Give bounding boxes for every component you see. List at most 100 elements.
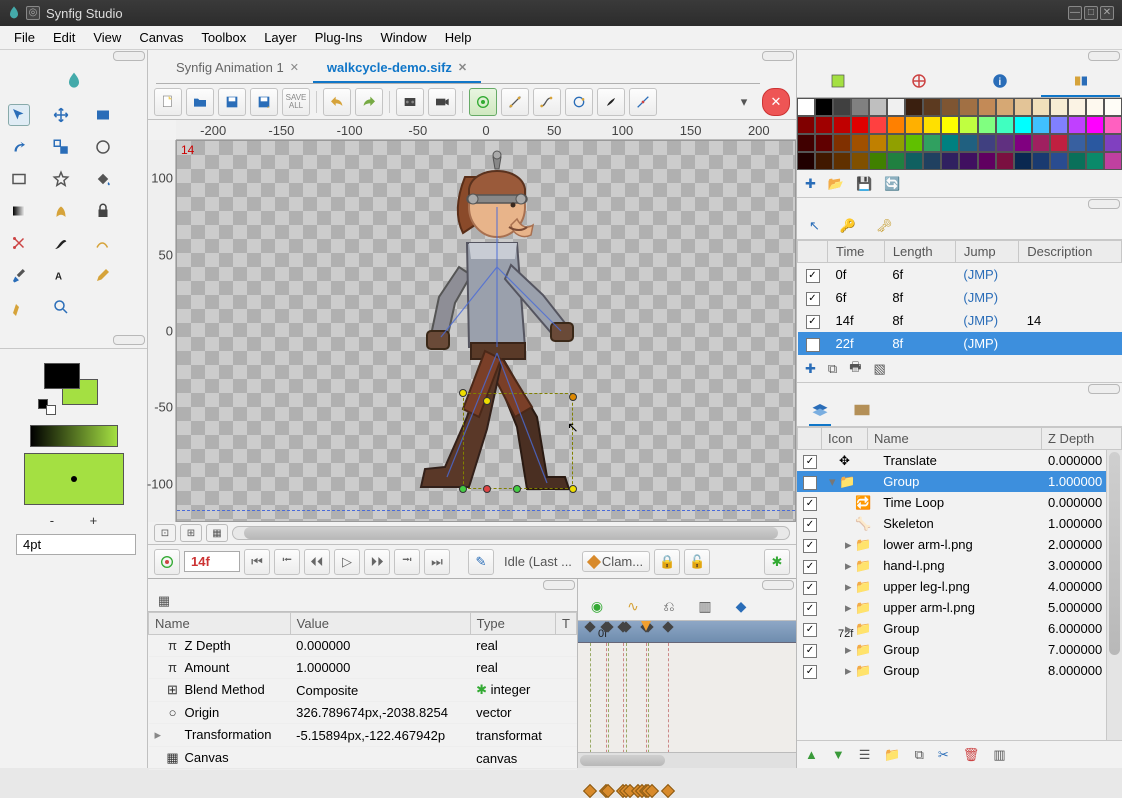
layer-visible-checkbox[interactable] [803,602,817,616]
palette-color[interactable] [978,152,996,170]
menu-edit[interactable]: Edit [45,28,83,47]
layer-row[interactable]: ▸📁upper arm-l.png5.000000 [797,597,1122,618]
palette-color[interactable] [869,152,887,170]
palette-color[interactable] [1032,152,1050,170]
close-document-button[interactable]: ✕ [762,88,790,116]
layer-visible-checkbox[interactable] [803,623,817,637]
redo-button[interactable] [355,88,383,116]
future-keyframes-button[interactable]: 🔓 [684,549,710,575]
palette-color[interactable] [1014,98,1032,116]
kf-dup[interactable]: ⧉ [828,361,837,377]
circle-tool[interactable] [92,136,114,158]
palette-color[interactable] [941,98,959,116]
menu-help[interactable]: Help [437,28,480,47]
transform-tool[interactable] [8,104,30,126]
lock-keyframes-button[interactable]: 🔒 [654,549,680,575]
palette-color[interactable] [959,134,977,152]
palette-color[interactable] [833,98,851,116]
palette-color[interactable] [905,134,923,152]
kf-props[interactable]: ▧ [873,361,885,377]
render-button[interactable] [396,88,424,116]
palette-color[interactable] [905,98,923,116]
layer-new[interactable]: ☰ [859,747,871,763]
layers-col-name[interactable]: Name [868,428,1042,450]
save-all-button[interactable]: SAVEALL [282,88,310,116]
palette-color[interactable] [851,98,869,116]
param-row[interactable]: ▦Canvascanvas [149,747,577,770]
palette-color[interactable] [1086,134,1104,152]
keyframe-row[interactable]: 6f8f(JMP) [798,286,1122,309]
palette-color[interactable] [1086,152,1104,170]
brush-size-field[interactable]: 4pt [16,534,136,555]
kf-add[interactable]: ✚ [805,361,816,377]
keyframe-row[interactable]: 22f8f(JMP) [798,332,1122,355]
brush-dec[interactable]: - [50,513,54,528]
smooth-move-tool[interactable] [8,136,30,158]
layer-visible-checkbox[interactable] [803,518,817,532]
next-frame-button[interactable]: ⏵⏵ [364,549,390,575]
palette-color[interactable] [1104,98,1122,116]
palette-color[interactable] [905,152,923,170]
params-dock-handle[interactable] [148,579,577,591]
snap-line-button[interactable] [501,88,529,116]
scale-tool[interactable] [50,136,72,158]
swap-dot-2[interactable] [46,405,56,415]
keyframe-enable-checkbox[interactable] [806,269,820,283]
toolbox-tab-icon[interactable] [50,64,98,98]
keyframe-row[interactable]: 0f6f(JMP) [798,263,1122,287]
timeline-dock-handle[interactable] [578,579,796,593]
palette-color[interactable] [815,134,833,152]
palette-color[interactable] [1014,134,1032,152]
palette-color[interactable] [887,98,905,116]
window-pin-icon[interactable]: ◎ [26,6,40,20]
palette-color[interactable] [797,134,815,152]
palette-color[interactable] [1086,98,1104,116]
palette-tab-icon[interactable]: ◆ [730,596,752,618]
layer-visible-checkbox[interactable] [803,665,817,679]
layer-row[interactable]: ▸📁upper leg-l.png4.000000 [797,576,1122,597]
kf-key-icon-2[interactable]: 🗝 [876,218,893,234]
palette-color[interactable] [869,116,887,134]
layer-up[interactable]: ▲ [805,747,818,762]
open-file-button[interactable] [186,88,214,116]
right-dock-handle-3[interactable] [797,383,1122,397]
text-tool[interactable]: A [50,264,72,286]
layer-row[interactable]: ▸📁Group6.000000 [797,618,1122,639]
layers-vscroll[interactable] [1106,450,1122,740]
timetrack-tab-icon[interactable]: ◉ [586,596,608,618]
param-row[interactable]: ⊞Blend MethodComposite✱ integer [149,679,577,702]
current-frame-field[interactable]: 14f [184,551,240,572]
layers-tab[interactable] [809,399,831,426]
kf-select-icon[interactable]: ↖ [809,218,820,234]
zoom-tool[interactable] [50,296,72,318]
bucket-tool[interactable] [92,168,114,190]
close-button[interactable]: ✕ [1100,6,1114,20]
palette-tab[interactable] [799,67,878,97]
spline-tool[interactable] [50,232,72,254]
palette-color[interactable] [887,116,905,134]
menu-window[interactable]: Window [372,28,434,47]
eyedropper-lock-tool[interactable] [92,200,114,222]
palette-color[interactable] [959,98,977,116]
right-dock-handle-1[interactable] [797,50,1122,64]
save-as-button[interactable] [250,88,278,116]
palette-color[interactable] [959,152,977,170]
layer-visible-checkbox[interactable] [803,476,817,490]
menu-layer[interactable]: Layer [256,28,305,47]
params-col-value[interactable]: Value [290,613,470,635]
layer-encap[interactable]: ▥ [993,747,1005,763]
document-tab-2[interactable]: walkcycle-demo.sifz✕ [313,54,481,83]
layer-visible-checkbox[interactable] [803,455,817,469]
palette-color[interactable] [941,134,959,152]
layer-row[interactable]: ▸📁Group7.000000 [797,639,1122,660]
palette-color[interactable] [1032,116,1050,134]
snap-bezier-button[interactable] [533,88,561,116]
snap-circle-button[interactable] [565,88,593,116]
palette-color[interactable] [996,134,1014,152]
palette-color[interactable] [1068,152,1086,170]
zoom-grid-button[interactable]: ▦ [206,524,228,542]
layer-row[interactable]: 🔁Time Loop0.000000 [797,492,1122,513]
right-dock-handle-2[interactable] [797,198,1122,212]
keyframe-enable-checkbox[interactable] [806,338,820,352]
kf-col-jump[interactable]: Jump [955,241,1018,263]
